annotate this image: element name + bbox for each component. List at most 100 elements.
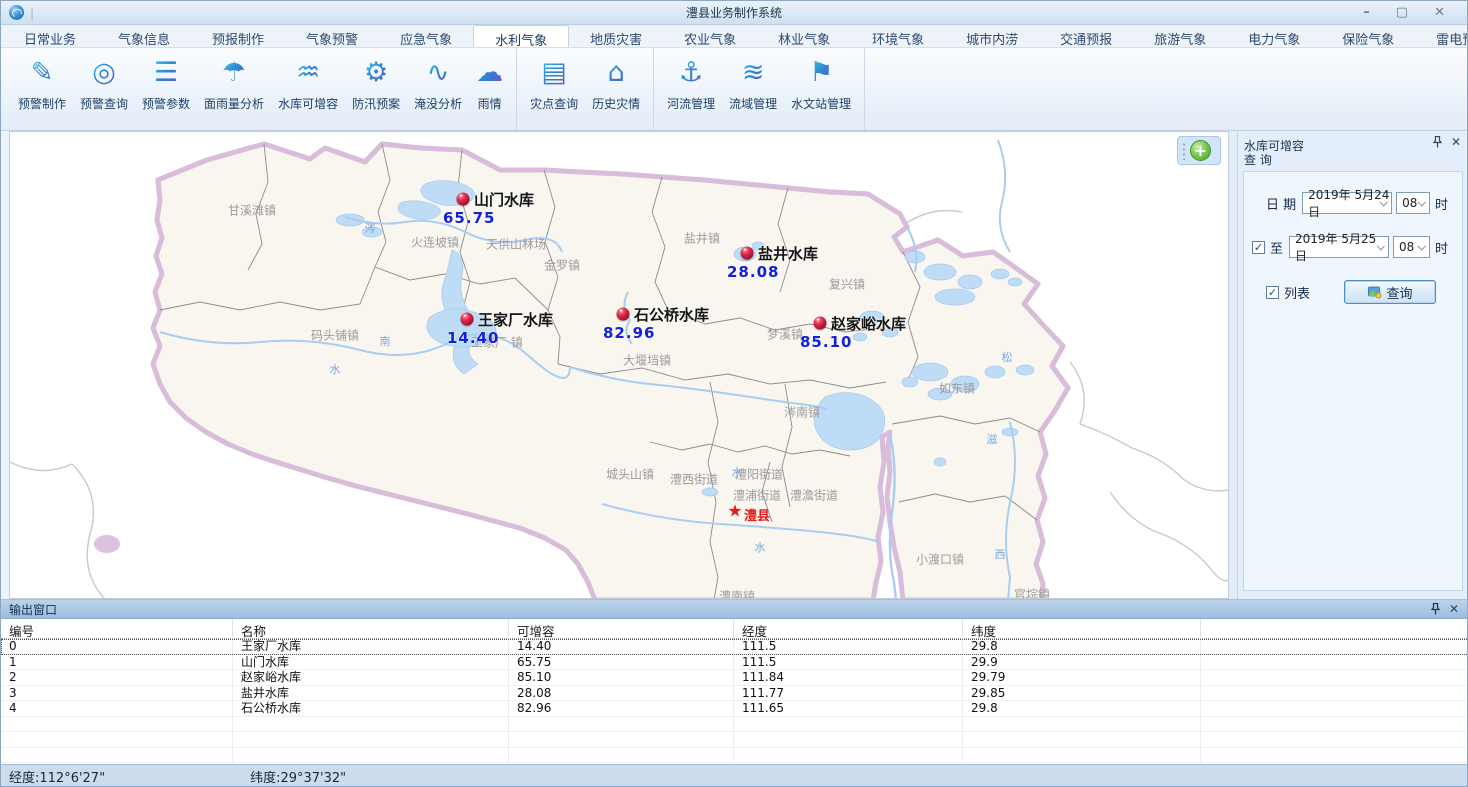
pin-icon[interactable] [1433, 136, 1442, 148]
toolbar-reservoir-capacity[interactable]: ♒水库可增容 [271, 54, 345, 114]
pin-icon[interactable] [1431, 603, 1440, 615]
table-cell [233, 717, 509, 732]
status-latitude: 纬度:29°37'32" [250, 767, 346, 786]
table-row-1[interactable]: 1山门水库65.75111.529.9 [1, 655, 1468, 671]
zoom-in-button[interactable]: + [1190, 140, 1211, 161]
table-row-empty-0[interactable] [1, 717, 1468, 733]
minimize-icon[interactable]: – [1363, 1, 1370, 25]
toolbar-warning-edit[interactable]: ✎预警制作 [11, 54, 73, 114]
close-icon[interactable]: ✕ [1434, 1, 1445, 25]
close-panel-icon[interactable]: ✕ [1451, 136, 1461, 148]
vertical-splitter[interactable] [1229, 131, 1237, 599]
table-cell: 1 [1, 655, 233, 670]
table-cell: 石公桥水库 [233, 701, 509, 716]
menu-item-5[interactable]: 水利气象 [473, 25, 569, 47]
maximize-icon[interactable]: ▢ [1396, 1, 1408, 25]
toolbar-rain-info[interactable]: ☁ 雨情 [469, 54, 510, 114]
toolbar-flood-plan[interactable]: ⚙防汛预案 [345, 54, 407, 114]
reservoir-value-label: 85.10 [800, 333, 852, 351]
table-row-empty-1[interactable] [1, 732, 1468, 748]
toolbar-warning-params[interactable]: ☰预警参数 [135, 54, 197, 114]
table-cell: 4 [1, 701, 233, 716]
menu-item-3[interactable]: 气象预警 [285, 25, 379, 47]
menu-item-0[interactable]: 日常业务 [3, 25, 97, 47]
menu-item-13[interactable]: 电力气象 [1227, 25, 1321, 47]
toolbar-warning-search[interactable]: ◎预警查询 [73, 54, 135, 114]
list-label: 列表 [1284, 283, 1310, 302]
menu-item-12[interactable]: 旅游气象 [1133, 25, 1227, 47]
toolbar-item-label: 预警查询 [80, 95, 128, 112]
table-row-empty-2[interactable] [1, 748, 1468, 764]
date-from-select[interactable]: 2019年 5月24日 [1302, 192, 1392, 214]
menu-item-6[interactable]: 地质灾害 [569, 25, 663, 47]
hour-to-select[interactable]: 08 [1393, 236, 1430, 258]
toolbar-item-label: 淹没分析 [414, 95, 462, 112]
hour-from-select[interactable]: 08 [1396, 192, 1430, 214]
table-row-3[interactable]: 3盐井水库28.08111.7729.85 [1, 686, 1468, 702]
table-cell: 85.10 [509, 670, 734, 685]
table-row-0[interactable]: 0王家厂水库14.40111.529.8 [1, 639, 1468, 655]
column-header-2[interactable]: 可增容 [509, 619, 734, 639]
table-row-4[interactable]: 4石公桥水库82.96111.6529.8 [1, 701, 1468, 717]
table-cell [1, 732, 233, 747]
column-header-filler [1201, 619, 1468, 639]
hour-to-value: 08 [1399, 240, 1414, 254]
table-cell [1201, 686, 1468, 701]
toolbar-inundation-analysis[interactable]: ∿淹没分析 [407, 54, 469, 114]
toolbar-river-management[interactable]: ⚓河流管理 [660, 54, 722, 114]
reservoir-marker-1[interactable] [741, 247, 754, 260]
table-cell [1, 748, 233, 763]
toolbar-item-label: 水库可增容 [278, 95, 338, 112]
table-cell: 29.79 [963, 670, 1201, 685]
reservoir-marker-0[interactable] [457, 193, 470, 206]
menu-item-8[interactable]: 林业气象 [757, 25, 851, 47]
table-cell: 0 [1, 639, 233, 654]
rainfall-analysis-icon: ☂ [222, 56, 246, 92]
table-cell [233, 732, 509, 747]
menu-item-2[interactable]: 预报制作 [191, 25, 285, 47]
column-header-1[interactable]: 名称 [233, 619, 509, 639]
close-panel-icon[interactable]: ✕ [1449, 603, 1459, 615]
toolbar-disaster-history[interactable]: ⌂历史灾情 [585, 54, 647, 114]
reservoir-marker-2[interactable] [461, 313, 474, 326]
toolbar-rainfall-analysis[interactable]: ☂面雨量分析 [197, 54, 271, 114]
date-to-select[interactable]: 2019年 5月25日 [1289, 236, 1389, 258]
list-checkbox[interactable]: ✓ [1266, 286, 1279, 299]
to-date-checkbox[interactable]: ✓ [1252, 241, 1265, 254]
table-cell: 29.85 [963, 686, 1201, 701]
toolbar-disaster-point-query[interactable]: ▤灾点查询 [523, 54, 585, 114]
reservoir-marker-3[interactable] [617, 308, 630, 321]
ribbon-toolbar: ✎预警制作◎预警查询☰预警参数☂面雨量分析♒水库可增容⚙防汛预案∿淹没分析☁ 雨情… [1, 48, 1467, 131]
hour-suffix-label: 时 [1435, 238, 1448, 257]
title-bar: | 澧县业务制作系统 – ▢ ✕ [1, 1, 1467, 25]
column-header-4[interactable]: 纬度 [963, 619, 1201, 639]
table-cell: 82.96 [509, 701, 734, 716]
toolbar-basin-management[interactable]: ≋流域管理 [722, 54, 784, 114]
reservoir-marker-4[interactable] [814, 317, 827, 330]
table-cell [734, 732, 963, 747]
menu-item-4[interactable]: 应急气象 [379, 25, 473, 47]
menu-item-15[interactable]: 雷电预警 [1415, 25, 1468, 47]
grip-handle[interactable] [1182, 142, 1186, 160]
toolbar-hydrostation-management[interactable]: ⚑水文站管理 [784, 54, 858, 114]
query-button[interactable]: 查询 [1344, 280, 1436, 304]
column-header-0[interactable]: 编号 [1, 619, 233, 639]
map-canvas[interactable]: 甘溪滩镇火连坡镇天供山林场金罗镇盐井镇复兴镇码头铺镇王家厂 镇梦溪镇大堰垱镇如东… [9, 131, 1229, 599]
chevron-down-icon [1417, 198, 1425, 206]
hydrostation-management-icon: ⚑ [809, 56, 833, 92]
menu-item-9[interactable]: 环境气象 [851, 25, 945, 47]
toolbar-item-label: 雨情 [478, 95, 502, 112]
menu-item-14[interactable]: 保险气象 [1321, 25, 1415, 47]
table-row-2[interactable]: 2赵家峪水库85.10111.8429.79 [1, 670, 1468, 686]
table-cell [963, 748, 1201, 763]
table-cell [509, 732, 734, 747]
column-header-3[interactable]: 经度 [734, 619, 963, 639]
menu-item-10[interactable]: 城市内涝 [945, 25, 1039, 47]
table-cell: 28.08 [509, 686, 734, 701]
toolbar-group-0: ✎预警制作◎预警查询☰预警参数☂面雨量分析♒水库可增容⚙防汛预案∿淹没分析☁ 雨情 [5, 48, 517, 130]
table-cell: 111.77 [734, 686, 963, 701]
menu-item-11[interactable]: 交通预报 [1039, 25, 1133, 47]
menu-item-7[interactable]: 农业气象 [663, 25, 757, 47]
rain-info-icon: ☁ [476, 56, 503, 92]
menu-item-1[interactable]: 气象信息 [97, 25, 191, 47]
